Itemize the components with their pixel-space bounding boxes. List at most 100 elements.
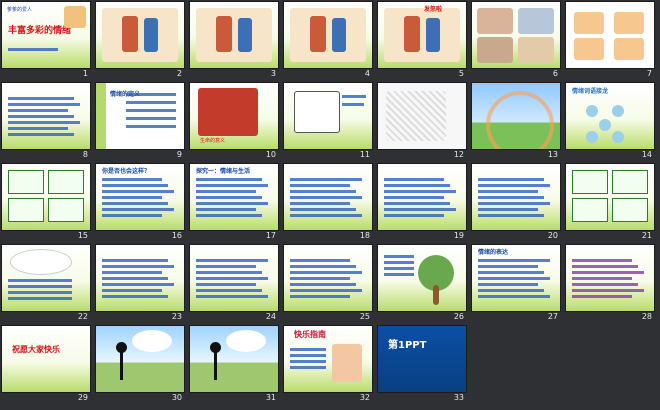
text-line (102, 271, 162, 274)
slide-thumbnail-9[interactable]: 情绪的定义 9 (96, 83, 184, 161)
slide-preview[interactable] (566, 2, 654, 68)
slide-preview[interactable] (284, 83, 372, 149)
text-line (290, 283, 356, 286)
text-line (384, 196, 444, 199)
slide-preview[interactable] (378, 245, 466, 311)
slide-preview[interactable] (566, 164, 654, 230)
text-line (342, 103, 364, 106)
slide-thumbnail-2[interactable]: 2 (96, 2, 184, 80)
slide-thumbnail-11[interactable]: 11 (284, 83, 372, 161)
slide-preview[interactable]: 情绪的定义 (96, 83, 184, 149)
emoji-face (586, 131, 598, 143)
text-line (572, 259, 632, 262)
slide-number: 20 (547, 231, 558, 240)
slide-thumbnail-6[interactable]: 6 (472, 2, 560, 80)
text-line (8, 285, 72, 288)
slide-thumbnail-25[interactable]: 25 (284, 245, 372, 323)
slide-preview[interactable] (472, 83, 560, 149)
slide-preview[interactable] (96, 245, 184, 311)
slide-thumbnail-31[interactable]: 31 (190, 326, 278, 404)
slide-number: 9 (176, 150, 182, 159)
text-line (102, 178, 162, 181)
face-photo (574, 12, 604, 34)
text-box (612, 170, 648, 194)
slide-thumbnail-3[interactable]: 3 (190, 2, 278, 80)
slide-number: 18 (359, 231, 370, 240)
illustration-image (196, 8, 272, 62)
slide-thumbnail-1[interactable]: 爹爹的爱人 丰富多彩的情绪 1 (2, 2, 90, 80)
text-line (196, 190, 256, 193)
slide-preview[interactable] (566, 245, 654, 311)
slide-thumbnail-18[interactable]: 18 (284, 164, 372, 242)
emoji-face (612, 105, 624, 117)
slide-preview[interactable]: 快乐指南 (284, 326, 372, 392)
slide-preview[interactable]: 你是否也会这样？ (96, 164, 184, 230)
slide-preview[interactable]: 发怒啦 (378, 2, 466, 68)
slide-preview[interactable]: 生命的意义 (190, 83, 278, 149)
slide-preview[interactable]: 第1PPT (378, 326, 466, 392)
slide-thumbnail-5[interactable]: 发怒啦 5 (378, 2, 466, 80)
slide-preview[interactable] (96, 2, 184, 68)
slide-thumbnail-32[interactable]: 快乐指南 32 (284, 326, 372, 404)
slide-preview[interactable] (190, 2, 278, 68)
cloud (10, 249, 72, 275)
slide-number: 2 (176, 69, 182, 78)
slide-thumbnail-16[interactable]: 你是否也会这样？ 16 (96, 164, 184, 242)
text-line (478, 196, 544, 199)
slide-preview[interactable] (378, 164, 466, 230)
slide-thumbnail-28[interactable]: 28 (566, 245, 654, 323)
slide-preview[interactable] (190, 326, 278, 392)
text-line (290, 366, 326, 369)
slide-preview[interactable] (284, 245, 372, 311)
text-line (102, 184, 168, 187)
slide-thumbnail-7[interactable]: 7 (566, 2, 654, 80)
text-line (8, 121, 80, 124)
stick-figure (120, 350, 123, 380)
text-line (384, 273, 414, 276)
slide-preview[interactable]: 情绪词语接龙 (566, 83, 654, 149)
slide-thumbnail-26[interactable]: 26 (378, 245, 466, 323)
slide-thumbnail-20[interactable]: 20 (472, 164, 560, 242)
slide-preview[interactable] (2, 245, 90, 311)
slide-thumbnail-33[interactable]: 第1PPT 33 (378, 326, 466, 404)
text-box (8, 170, 44, 194)
slide-preview[interactable] (284, 2, 372, 68)
slide-thumbnail-19[interactable]: 19 (378, 164, 466, 242)
slide-thumbnail-23[interactable]: 23 (96, 245, 184, 323)
text-box (48, 170, 84, 194)
slide-preview[interactable]: 情绪的表达 (472, 245, 560, 311)
slide-preview[interactable] (472, 2, 560, 68)
slide-preview[interactable] (472, 164, 560, 230)
slide-preview[interactable]: 爹爹的爱人 丰富多彩的情绪 (2, 2, 90, 68)
text-line (478, 295, 550, 298)
slide-preview[interactable]: 探究一：情绪与生活 (190, 164, 278, 230)
photo (518, 37, 554, 63)
slide-preview[interactable] (2, 164, 90, 230)
slide-thumbnail-29[interactable]: 祝愿大家快乐 29 (2, 326, 90, 404)
slide-thumbnail-10[interactable]: 生命的意义 10 (190, 83, 278, 161)
text-line (290, 354, 326, 357)
slide-thumbnail-13[interactable]: 13 (472, 83, 560, 161)
slide-thumbnail-24[interactable]: 24 (190, 245, 278, 323)
slide-thumbnail-12[interactable]: 12 (378, 83, 466, 161)
slide-preview[interactable] (378, 83, 466, 149)
slide-thumbnail-8[interactable]: 8 (2, 83, 90, 161)
slide-thumbnail-21[interactable]: 21 (566, 164, 654, 242)
text-line (478, 184, 550, 187)
text-line (478, 202, 550, 205)
slide-thumbnail-27[interactable]: 情绪的表达 27 (472, 245, 560, 323)
text-line (290, 190, 356, 193)
slide-thumbnail-15[interactable]: 15 (2, 164, 90, 242)
slide-thumbnail-4[interactable]: 4 (284, 2, 372, 80)
slide-preview[interactable] (96, 326, 184, 392)
slide-preview[interactable]: 祝愿大家快乐 (2, 326, 90, 392)
text-line (196, 265, 256, 268)
slide-thumbnail-14[interactable]: 情绪词语接龙 14 (566, 83, 654, 161)
slide-thumbnail-22[interactable]: 22 (2, 245, 90, 323)
slide-thumbnail-30[interactable]: 30 (96, 326, 184, 404)
slide-preview[interactable] (190, 245, 278, 311)
slide-preview[interactable] (284, 164, 372, 230)
slide-number: 7 (646, 69, 652, 78)
slide-thumbnail-17[interactable]: 探究一：情绪与生活 17 (190, 164, 278, 242)
slide-preview[interactable] (2, 83, 90, 149)
